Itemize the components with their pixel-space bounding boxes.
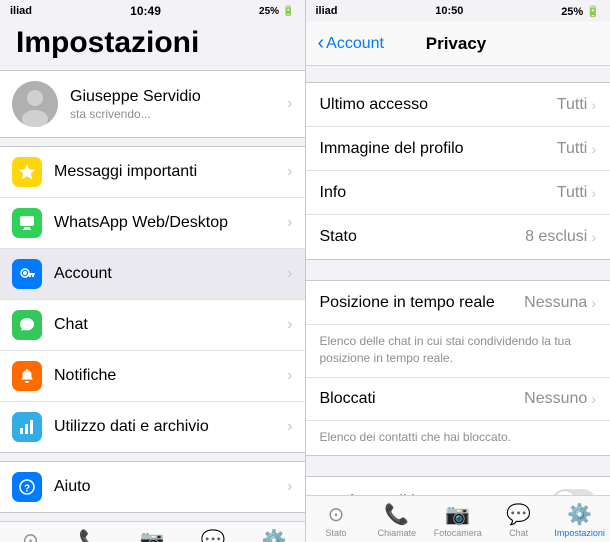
tab-bar-right: ⊙ Stato 📞 Chiamate 📷 Fotocamera 💬 Chat ⚙… [306, 495, 610, 542]
menu-label-account: Account [54, 265, 281, 283]
chiamate-icon: 📞 [79, 528, 104, 542]
menu-label-utilizzo: Utilizzo dati e archivio [54, 418, 281, 436]
bloccati-info: Elenco dei contatti che hai bloccato. [306, 421, 610, 456]
nav-title: Privacy [384, 34, 528, 54]
question-icon-wrap: ? [12, 472, 42, 502]
profile-item[interactable]: Giuseppe Servidio sta scrivendo... › [0, 71, 305, 137]
svg-text:?: ? [24, 484, 30, 495]
chat-tab-icon: 💬 [201, 528, 226, 542]
row-immagine-profilo[interactable]: Immagine del profilo Tutti › [306, 127, 610, 171]
chevron-icon: › [287, 265, 292, 283]
chevron-icon: › [287, 418, 292, 436]
tab-chiamate-right[interactable]: 📞 Chiamate [366, 502, 427, 538]
tab-fotocamera-right[interactable]: 📷 Fotocamera [427, 502, 488, 538]
left-panel: iliad 10:49 25% 🔋 Impostazioni Giuseppe … [0, 0, 305, 542]
status-bar-right: iliad 10:50 25% 🔋 [306, 0, 610, 22]
menu-item-account[interactable]: Account › [0, 249, 305, 300]
carrier-left: iliad [10, 5, 32, 17]
tab-impostazioni-right[interactable]: ⚙️ Impostazioni [549, 502, 610, 538]
profile-text: Giuseppe Servidio sta scrivendo... [70, 88, 281, 121]
menu-label-notifiche: Notifiche [54, 367, 281, 385]
chat-icon-wrap [12, 310, 42, 340]
fotocamera-icon-right: 📷 [445, 502, 470, 527]
chevron-icon: › [287, 214, 292, 232]
time-left: 10:49 [130, 4, 161, 18]
tab-chiamate-left[interactable]: 📞 Chiamate [61, 528, 122, 542]
conferme-toggle[interactable] [552, 489, 596, 495]
chiamate-icon-right: 📞 [384, 502, 409, 527]
row-bloccati[interactable]: Bloccati Nessuno › [306, 377, 610, 421]
posizione-info: Elenco delle chat in cui stai condividen… [306, 325, 610, 377]
row-ultimo-accesso[interactable]: Ultimo accesso Tutti › [306, 83, 610, 127]
profile-subtitle: sta scrivendo... [70, 107, 281, 121]
tab-fotocamera-left[interactable]: 📷 Fotocamera [122, 528, 183, 542]
key-icon-wrap [12, 259, 42, 289]
chevron-icon: › [287, 95, 292, 113]
chevron-left-icon: ‹ [318, 32, 325, 55]
tab-stato-left[interactable]: ⊙ Stato [0, 528, 61, 542]
nav-bar-right: ‹ Account Privacy [306, 22, 610, 66]
profile-name: Giuseppe Servidio [70, 88, 281, 106]
chevron-icon: › [591, 185, 596, 201]
menu-item-notifiche[interactable]: Notifiche › [0, 351, 305, 402]
right-content: Ultimo accesso Tutti › Immagine del prof… [306, 66, 610, 495]
toggle-container [552, 489, 596, 495]
row-conferme: Conferme di lettura [306, 477, 610, 495]
menu-item-aiuto[interactable]: ? Aiuto › [0, 462, 305, 512]
chevron-icon: › [287, 163, 292, 181]
menu-label-whatsapp: WhatsApp Web/Desktop [54, 214, 281, 232]
monitor-icon-wrap [12, 208, 42, 238]
tab-chat-left[interactable]: 💬 Chat [183, 528, 244, 542]
menu-item-messaggi[interactable]: Messaggi importanti › [0, 147, 305, 198]
privacy-section-1: Ultimo accesso Tutti › Immagine del prof… [306, 82, 610, 260]
privacy-section-2: Posizione in tempo reale Nessuna › Elenc… [306, 280, 610, 456]
menu-label-aiuto: Aiuto [54, 478, 281, 496]
tab-stato-right[interactable]: ⊙ Stato [306, 502, 367, 538]
chevron-icon: › [591, 295, 596, 311]
row-info[interactable]: Info Tutti › [306, 171, 610, 215]
fotocamera-icon: 📷 [140, 528, 165, 542]
bell-icon-wrap [12, 361, 42, 391]
menu-label-messaggi: Messaggi importanti [54, 163, 281, 181]
menu-label-chat: Chat [54, 316, 281, 334]
status-bar-left: iliad 10:49 25% 🔋 [0, 0, 305, 22]
tab-chat-right[interactable]: 💬 Chat [488, 502, 549, 538]
chevron-icon: › [591, 229, 596, 245]
chat-tab-icon-right: 💬 [506, 502, 531, 527]
chevron-icon: › [287, 367, 292, 385]
row-posizione[interactable]: Posizione in tempo reale Nessuna › [306, 281, 610, 325]
impostazioni-icon-right: ⚙️ [567, 502, 592, 527]
menu-item-utilizzo[interactable]: Utilizzo dati e archivio › [0, 402, 305, 452]
stato-icon: ⊙ [22, 528, 39, 542]
carrier-right: iliad [316, 5, 338, 17]
menu-section-1: Messaggi importanti › WhatsApp Web/Deskt… [0, 146, 305, 453]
chevron-icon: › [591, 97, 596, 113]
privacy-section-3: Conferme di lettura Se disattivi le conf… [306, 476, 610, 495]
stato-icon-right: ⊙ [328, 502, 345, 527]
tab-impostazioni-left[interactable]: ⚙️ Impostazioni [244, 528, 305, 542]
chevron-icon: › [287, 316, 292, 334]
battery-right: 25% 🔋 [561, 5, 600, 18]
avatar [12, 81, 58, 127]
back-label: Account [326, 35, 384, 53]
chevron-icon: › [591, 391, 596, 407]
row-stato[interactable]: Stato 8 esclusi › [306, 215, 610, 259]
tab-bar-left: ⊙ Stato 📞 Chiamate 📷 Fotocamera 💬 Chat ⚙… [0, 521, 305, 542]
battery-left: 25% 🔋 [259, 6, 294, 17]
profile-section: Giuseppe Servidio sta scrivendo... › [0, 70, 305, 138]
impostazioni-icon-left: ⚙️ [262, 528, 287, 542]
right-panel: iliad 10:50 25% 🔋 ‹ Account Privacy Ulti… [306, 0, 610, 542]
menu-item-whatsapp[interactable]: WhatsApp Web/Desktop › [0, 198, 305, 249]
star-icon-wrap [12, 157, 42, 187]
menu-section-3: ? Aiuto › [0, 461, 305, 513]
chevron-icon: › [287, 478, 292, 496]
time-right: 10:50 [435, 5, 463, 17]
chart-icon-wrap [12, 412, 42, 442]
back-button[interactable]: ‹ Account [318, 32, 384, 55]
menu-item-chat[interactable]: Chat › [0, 300, 305, 351]
page-title: Impostazioni [0, 22, 305, 70]
chevron-icon: › [591, 141, 596, 157]
